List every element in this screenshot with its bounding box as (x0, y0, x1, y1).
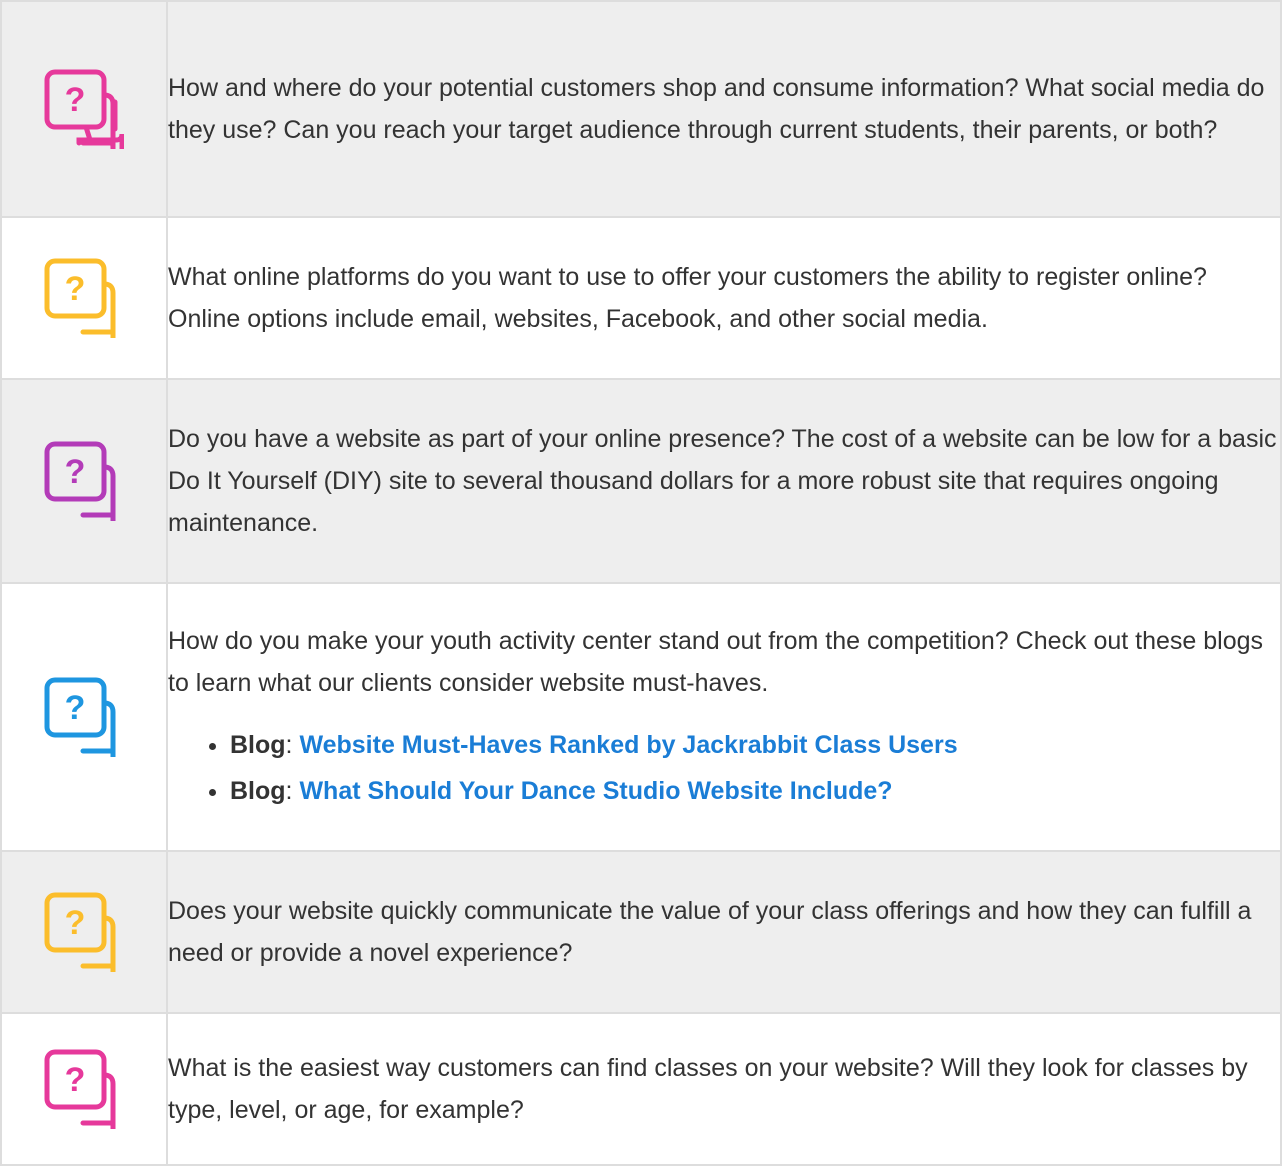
question-bubbles-icon-svg: ? (44, 677, 116, 757)
blog-separator: : (285, 731, 293, 759)
question-row: ? How do you make your youth activity ce… (0, 582, 1282, 852)
question-row: ? Do you have a website as part of your … (0, 378, 1282, 584)
list-item: Blog: Website Must-Haves Ranked by Jackr… (230, 722, 1280, 768)
question-bubbles-icon: ? (44, 258, 124, 338)
question-bubbles-icon-svg: ? (44, 258, 116, 338)
question-text-cell: Does your website quickly communicate th… (166, 850, 1282, 1014)
blog-link-dance-studio-website[interactable]: What Should Your Dance Studio Website In… (299, 777, 892, 805)
question-bubbles-icon: ? (44, 441, 124, 521)
icon-cell: ? (0, 850, 168, 1014)
question-bubbles-icon: ? (44, 892, 124, 972)
question-row: ? Does your website quickly communicate … (0, 850, 1282, 1014)
svg-text:?: ? (65, 689, 86, 727)
question-text-cell: What is the easiest way customers can fi… (166, 1012, 1282, 1166)
svg-text:?: ? (65, 453, 86, 491)
question-row: ? What is the easiest way customers can … (0, 1012, 1282, 1166)
question-text: Do you have a website as part of your on… (168, 425, 1277, 537)
blog-prefix: Blog (230, 777, 286, 805)
question-text-cell: How and where do your potential customer… (166, 0, 1282, 218)
question-bubbles-icon-svg: ? (44, 69, 124, 149)
question-text: How and where do your potential customer… (168, 74, 1265, 144)
question-text: What is the easiest way customers can fi… (168, 1054, 1248, 1124)
blog-link-website-must-haves[interactable]: Website Must-Haves Ranked by Jackrabbit … (299, 731, 957, 759)
question-bubbles-icon-svg: ? (44, 441, 116, 521)
question-bubbles-icon-svg: ? (44, 892, 116, 972)
question-bubbles-icon-svg: ? (44, 1049, 116, 1129)
blog-prefix: Blog (230, 731, 286, 759)
icon-cell: ? (0, 1012, 168, 1166)
question-bubbles-icon: ? (44, 69, 124, 149)
question-text: Does your website quickly communicate th… (168, 897, 1252, 967)
blog-link-list: Blog: Website Must-Haves Ranked by Jackr… (168, 722, 1280, 814)
question-text: What online platforms do you want to use… (168, 263, 1207, 333)
list-item: Blog: What Should Your Dance Studio Webs… (230, 768, 1280, 814)
question-bubbles-icon: ? (44, 677, 124, 757)
question-row: ? How and where do your potential custom… (0, 0, 1282, 218)
svg-text:?: ? (65, 270, 86, 308)
svg-text:?: ? (65, 1061, 86, 1099)
question-row: ? What online platforms do you want to u… (0, 216, 1282, 380)
svg-text:?: ? (65, 81, 86, 119)
question-bubbles-icon: ? (44, 1049, 124, 1129)
icon-cell: ? (0, 216, 168, 380)
question-text: How do you make your youth activity cent… (168, 627, 1264, 697)
icon-cell: ? (0, 582, 168, 852)
icon-cell: ? (0, 0, 168, 218)
svg-text:?: ? (65, 904, 86, 942)
icon-cell: ? (0, 378, 168, 584)
question-text-cell: Do you have a website as part of your on… (166, 378, 1282, 584)
questions-table: ? How and where do your potential custom… (0, 0, 1282, 1166)
question-text-cell: What online platforms do you want to use… (166, 216, 1282, 380)
blog-separator: : (285, 777, 293, 805)
question-text-cell: How do you make your youth activity cent… (166, 582, 1282, 852)
